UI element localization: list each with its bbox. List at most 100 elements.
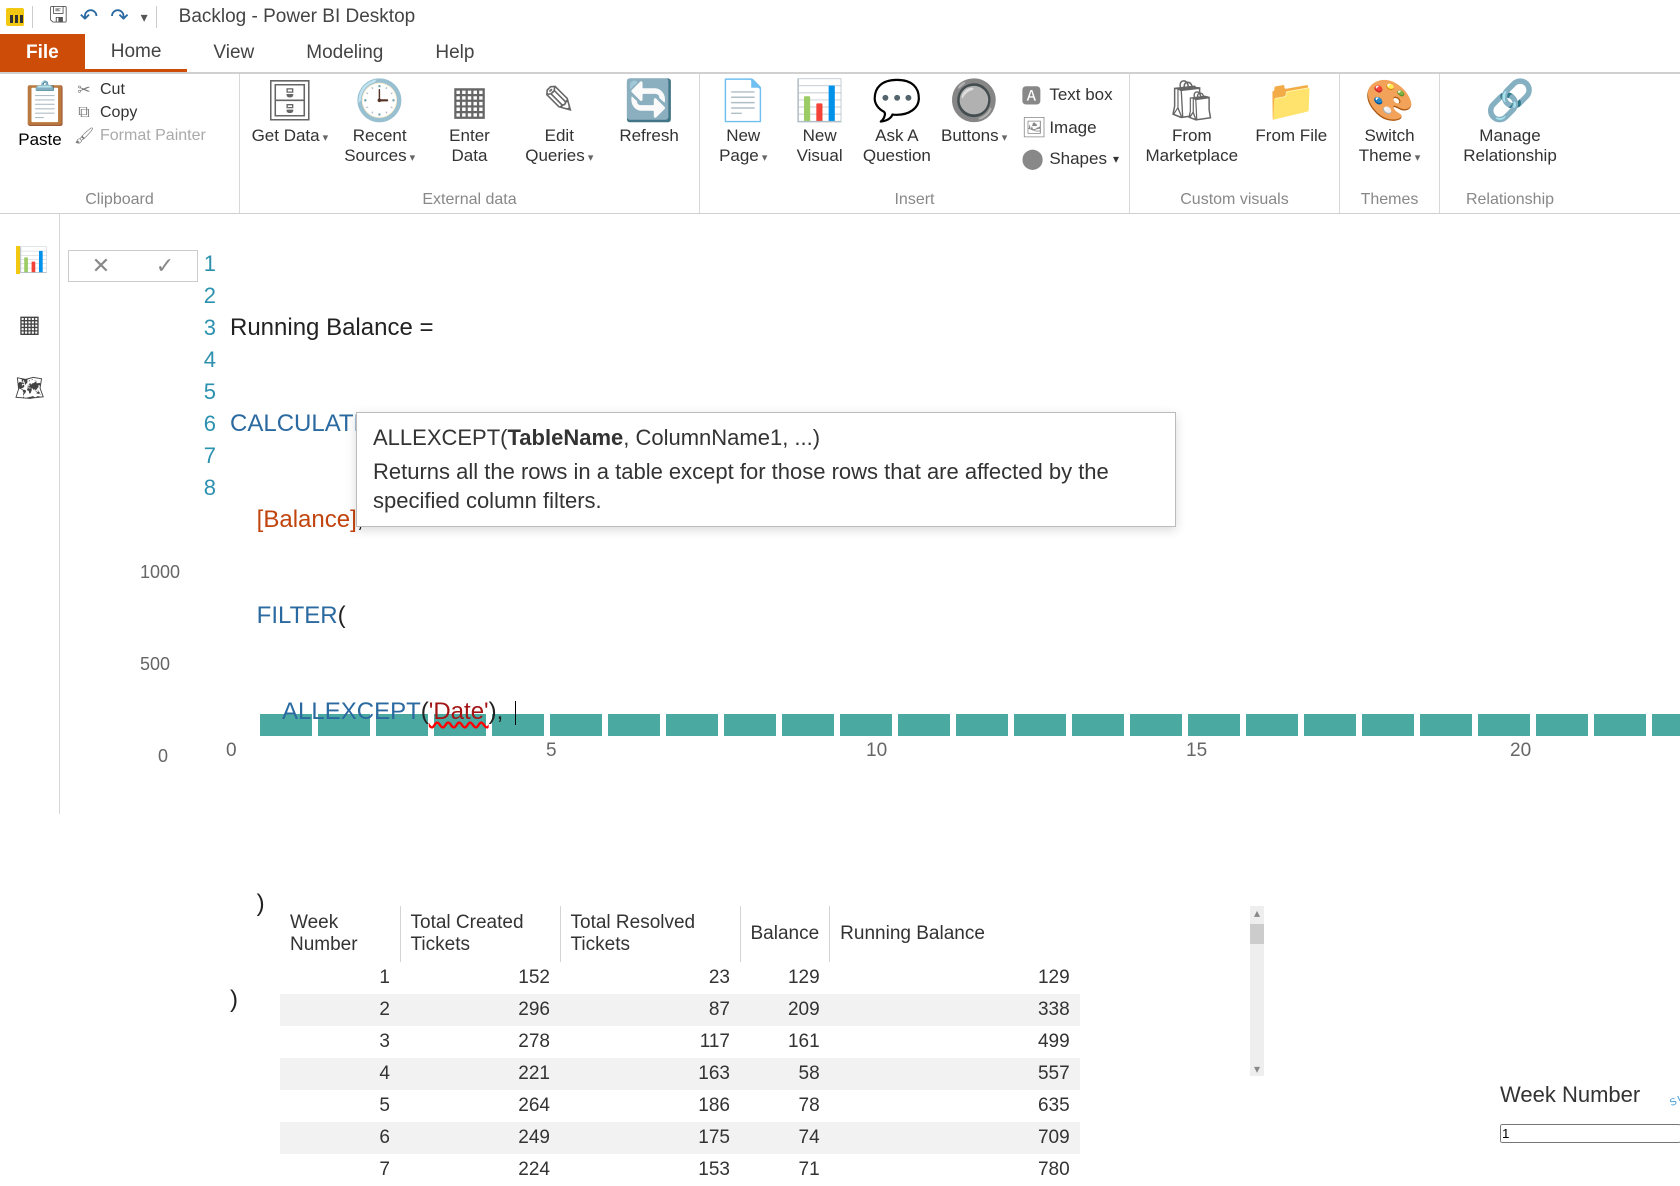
slicer-range[interactable]: [1500, 1124, 1680, 1143]
brush-icon: 🖌: [74, 126, 94, 146]
shapes-button[interactable]: ⬤Shapes ▾: [1021, 146, 1119, 171]
report-view-icon[interactable]: 📊: [16, 246, 44, 274]
table-cell: 209: [740, 994, 830, 1026]
y-tick: 0: [158, 746, 168, 767]
group-label-external: External data: [250, 189, 689, 211]
data-view-icon[interactable]: ▦: [16, 310, 44, 338]
page-icon: 📄: [719, 80, 767, 122]
cut-button[interactable]: ✂Cut: [74, 80, 206, 100]
table-cell: 709: [830, 1122, 1080, 1154]
ask-question-button[interactable]: 💬Ask A Question: [863, 80, 931, 165]
table-row[interactable]: 624917574709: [280, 1122, 1080, 1154]
recent-sources-button[interactable]: 🕒Recent Sources: [340, 80, 420, 165]
qat-dropdown-icon[interactable]: ▾: [141, 9, 148, 26]
table-cell: 71: [740, 1154, 830, 1186]
subscribe-watermark: SUBSCRIBE: [1668, 1068, 1680, 1131]
folder-icon: 📁: [1267, 80, 1315, 122]
table-row[interactable]: 722415371780: [280, 1154, 1080, 1186]
commit-formula-icon[interactable]: ✓: [156, 253, 174, 279]
table-cell: 186: [560, 1090, 740, 1122]
database-icon: 🗄: [266, 80, 314, 122]
copy-button[interactable]: ⧉Copy: [74, 104, 206, 122]
app-icon: [6, 8, 24, 26]
slicer-title: Week Number: [1500, 1082, 1640, 1108]
table-cell: 163: [560, 1058, 740, 1090]
menu-home[interactable]: Home: [85, 34, 188, 72]
textbox-icon: 🅰: [1021, 80, 1043, 109]
cancel-formula-icon[interactable]: ✕: [92, 253, 110, 279]
clipboard-icon: 📋: [19, 80, 61, 130]
relations-icon: 🔗: [1486, 80, 1534, 122]
menu-view[interactable]: View: [187, 34, 280, 72]
table-cell: 249: [400, 1122, 560, 1154]
table-cell: 635: [830, 1090, 1080, 1122]
copy-icon: ⧉: [74, 104, 94, 122]
table-cell: 117: [560, 1026, 740, 1058]
text-box-button[interactable]: 🅰Text box: [1021, 80, 1119, 109]
table-cell: 161: [740, 1026, 830, 1058]
table-cell: 6: [280, 1122, 400, 1154]
pencil-icon: ✎: [535, 80, 583, 122]
table-cell: 153: [560, 1154, 740, 1186]
x-tick: 10: [866, 740, 887, 762]
slicer-from-input[interactable]: [1500, 1124, 1680, 1143]
group-label-themes: Themes: [1350, 189, 1429, 211]
title-bar: 🖫 ↶ ↷ ▾ Backlog - Power BI Desktop: [0, 0, 1680, 34]
new-page-button[interactable]: 📄New Page: [710, 80, 776, 165]
switch-theme-button[interactable]: 🎨Switch Theme: [1350, 80, 1429, 165]
clock-icon: 🕒: [356, 80, 404, 122]
table-cell: 129: [740, 962, 830, 994]
group-label-custom: Custom visuals: [1140, 189, 1329, 211]
table-cell: 338: [830, 994, 1080, 1026]
table-header[interactable]: Running Balance: [830, 906, 1080, 962]
enter-data-button[interactable]: ▦Enter Data: [430, 80, 510, 165]
table-cell: 557: [830, 1058, 1080, 1090]
new-visual-button[interactable]: 📊New Visual: [786, 80, 852, 165]
get-data-button[interactable]: 🗄Get Data: [250, 80, 330, 146]
menu-help[interactable]: Help: [409, 34, 500, 72]
edit-queries-button[interactable]: ✎Edit Queries: [519, 80, 599, 165]
y-tick: 1000: [140, 562, 180, 583]
redo-icon[interactable]: ↷: [110, 4, 128, 30]
scissors-icon: ✂: [74, 80, 94, 100]
x-tick: 5: [546, 740, 557, 762]
table-cell: 175: [560, 1122, 740, 1154]
menu-file[interactable]: File: [0, 34, 85, 72]
window-title: Backlog - Power BI Desktop: [179, 6, 416, 28]
from-marketplace-button[interactable]: 🛍From Marketplace: [1140, 80, 1244, 165]
ribbon: 📋 Paste ✂Cut ⧉Copy 🖌Format Painter Clipb…: [0, 74, 1680, 214]
buttons-button[interactable]: 🔘Buttons: [941, 80, 1007, 146]
undo-icon[interactable]: ↶: [80, 4, 98, 30]
menu-bar: File Home View Modeling Help: [0, 34, 1680, 74]
from-file-button[interactable]: 📁From File: [1254, 80, 1329, 146]
table-header[interactable]: Balance: [740, 906, 830, 962]
line-gutter: 1234 5678: [200, 248, 220, 504]
format-painter-button[interactable]: 🖌Format Painter: [74, 126, 206, 146]
intellisense-tooltip: ALLEXCEPT(TableName, ColumnName1, ...) R…: [356, 412, 1176, 527]
save-icon[interactable]: 🖫: [49, 0, 68, 36]
manage-relationships-button[interactable]: 🔗Manage Relationship: [1450, 80, 1570, 165]
table-header[interactable]: Total Resolved Tickets: [560, 906, 740, 962]
y-tick: 500: [140, 654, 170, 675]
refresh-button[interactable]: 🔄Refresh: [609, 80, 689, 146]
group-label-rel: Relationship: [1450, 189, 1570, 211]
table-cell: 78: [740, 1090, 830, 1122]
view-strip: 📊 ▦ 🗺: [0, 214, 60, 814]
menu-modeling[interactable]: Modeling: [280, 34, 409, 72]
palette-icon: 🎨: [1366, 80, 1414, 122]
dax-editor[interactable]: Running Balance = CALCULATE( [Balance], …: [230, 248, 516, 1080]
refresh-icon: 🔄: [625, 80, 673, 122]
table-scrollbar[interactable]: ▴ ▾: [1250, 906, 1264, 1076]
table-cell: 58: [740, 1058, 830, 1090]
grid-icon: ▦: [445, 80, 493, 122]
paste-button[interactable]: 📋 Paste: [10, 80, 70, 150]
table-cell: 74: [740, 1122, 830, 1154]
group-label-insert: Insert: [710, 189, 1119, 211]
table-row[interactable]: 526418678635: [280, 1090, 1080, 1122]
image-button[interactable]: 🖼Image: [1021, 115, 1119, 140]
table-cell: 87: [560, 994, 740, 1026]
table-cell: 5: [280, 1090, 400, 1122]
model-view-icon[interactable]: 🗺: [16, 374, 44, 402]
table-cell: 7: [280, 1154, 400, 1186]
x-tick: 15: [1186, 740, 1207, 762]
